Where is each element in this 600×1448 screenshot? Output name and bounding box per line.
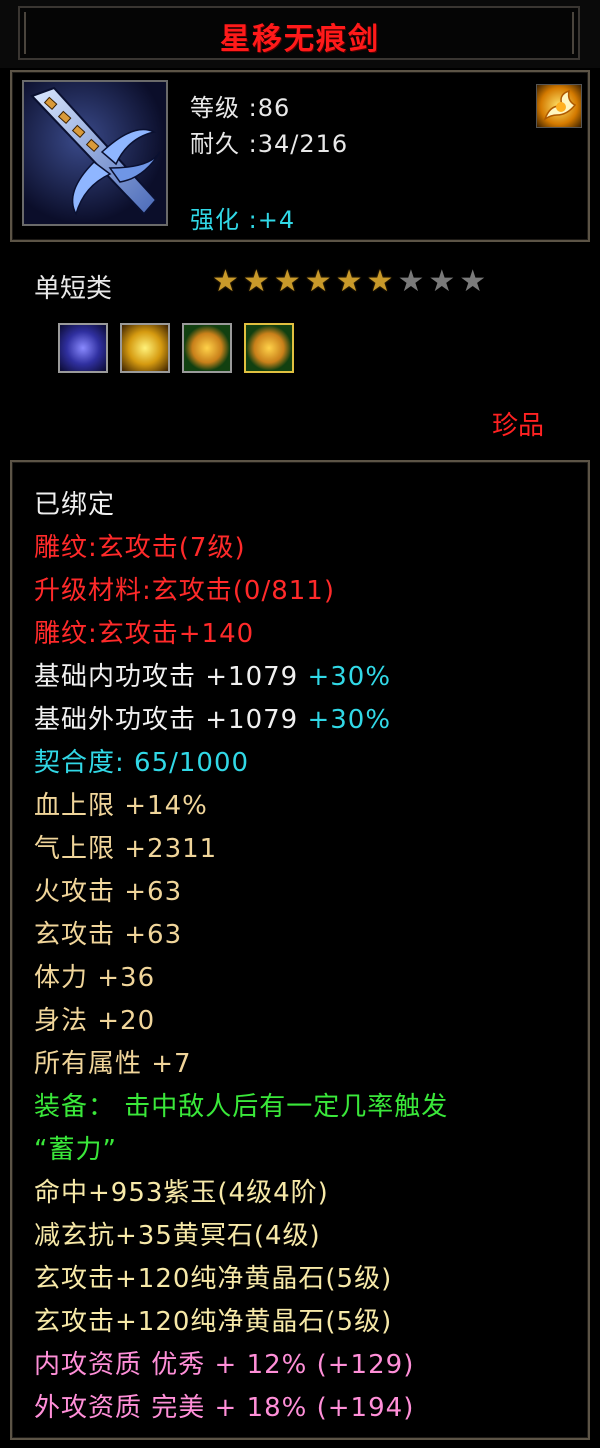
- star-rating: ★★★★★★★★★: [212, 264, 490, 299]
- star-filled-icon: ★: [242, 264, 274, 299]
- attribute-line: 减玄抗+35黄冥石(4级): [34, 1221, 321, 1251]
- attribute-line: 外攻资质 完美 + 18% (+194): [34, 1393, 415, 1423]
- weapon-category: 单短类: [34, 274, 113, 304]
- purple-jade-gem-icon[interactable]: [58, 323, 108, 373]
- attribute-line: 玄攻击+120纯净黄晶石(5级): [34, 1264, 393, 1294]
- item-name: 星移无痕剑: [220, 22, 380, 57]
- attribute-line: 气上限 +2311: [34, 834, 218, 864]
- title-bar: 星移无痕剑: [0, 0, 600, 68]
- attribute-line: 血上限 +14%: [34, 791, 208, 821]
- level-stat: 等级 :86: [190, 94, 291, 122]
- star-filled-icon: ★: [366, 264, 398, 299]
- attribute-line: 内攻资质 优秀 + 12% (+129): [34, 1350, 415, 1380]
- pure-yellow-crystal-gem-icon[interactable]: [182, 323, 232, 373]
- star-empty-icon: ★: [459, 264, 491, 299]
- attribute-line: 所有属性 +7: [34, 1049, 192, 1079]
- sword-icon[interactable]: [22, 80, 168, 226]
- attribute-line: 玄攻击+120纯净黄晶石(5级): [34, 1307, 393, 1337]
- attribute-line: 玄攻击 +63: [34, 920, 183, 950]
- attribute-line: 基础外功攻击 +1079 +30%: [34, 705, 392, 735]
- golden-flame-badge-icon[interactable]: [536, 84, 582, 128]
- attribute-line: “蓄力”: [34, 1135, 117, 1165]
- attribute-line: 契合度: 65/1000: [34, 748, 250, 778]
- attribute-line: 火攻击 +63: [34, 877, 183, 907]
- star-empty-icon: ★: [428, 264, 460, 299]
- attribute-line: 体力 +36: [34, 963, 156, 993]
- attribute-line: 身法 +20: [34, 1006, 156, 1036]
- star-filled-icon: ★: [273, 264, 305, 299]
- attribute-list: 已绑定 雕纹:玄攻击(7级) 升级材料:玄攻击(0/811) 雕纹:玄攻击+14…: [34, 486, 574, 1432]
- attribute-line: 雕纹:玄攻击(7级): [34, 533, 246, 563]
- enhance-stat: 强化 :+4: [190, 206, 296, 234]
- attribute-line: 命中+953紫玉(4级4阶): [34, 1178, 329, 1208]
- attribute-line: 升级材料:玄攻击(0/811): [34, 576, 335, 606]
- attribute-line: 装备： 击中敌人后有一定几率触发: [34, 1092, 449, 1122]
- pure-yellow-crystal-gem-icon[interactable]: [244, 323, 294, 373]
- attribute-line: 已绑定: [34, 490, 116, 520]
- yellow-crystal-gem-icon[interactable]: [120, 323, 170, 373]
- attribute-line: 雕纹:玄攻击+140: [34, 619, 255, 649]
- star-empty-icon: ★: [397, 264, 429, 299]
- attribute-line: 基础内功攻击 +1079 +30%: [34, 662, 392, 692]
- durability-stat: 耐久 :34/216: [190, 130, 349, 158]
- star-filled-icon: ★: [304, 264, 336, 299]
- star-filled-icon: ★: [212, 264, 243, 299]
- star-filled-icon: ★: [335, 264, 367, 299]
- rarity-label: 珍品: [492, 411, 545, 441]
